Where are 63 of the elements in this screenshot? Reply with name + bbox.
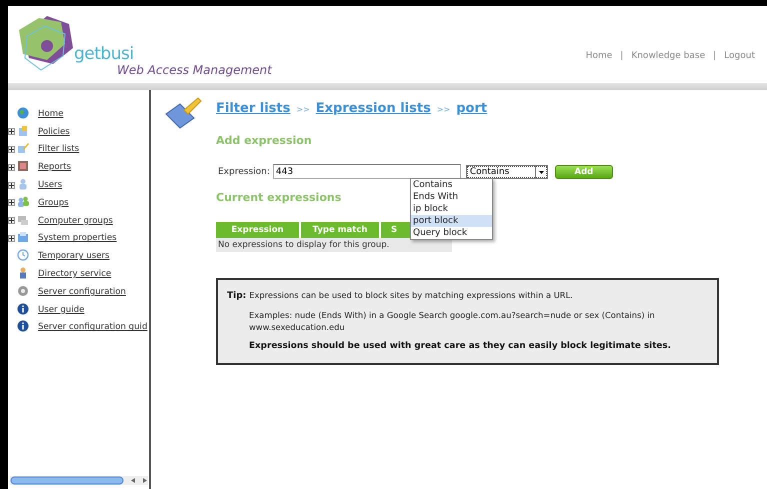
user-icon (17, 178, 29, 190)
field-label: Expression: (218, 166, 270, 176)
match-type-dropdown[interactable]: Contains (466, 164, 548, 178)
logo-icon (18, 15, 74, 71)
pencil-icon (17, 142, 29, 154)
sidebar-link[interactable]: Server configuration (38, 286, 126, 297)
expand-icon[interactable] (8, 234, 15, 242)
globe-icon (17, 106, 29, 119)
expression-field[interactable]: 443 (272, 164, 461, 179)
section-title: Add expression (216, 134, 312, 147)
examples-text: Examples: nude (Ends With) in a Google Search google.com.au?search=nude or sex (Contains) in www.sexeducation.edu (248, 309, 656, 333)
dropdown-option[interactable]: Contains (411, 179, 492, 191)
sidebar-link[interactable]: Groups (38, 198, 69, 208)
header-link[interactable]: Knowledge base (631, 51, 706, 61)
column-header: Type match (301, 222, 379, 238)
sidebar-link[interactable]: Policies (38, 126, 70, 137)
clock-icon (17, 249, 29, 262)
brush-icon (164, 96, 202, 130)
info-icon (17, 320, 29, 332)
tip-label: Tip: (227, 291, 246, 301)
expand-icon[interactable] (8, 164, 15, 171)
sidebar-link[interactable]: System properties (38, 233, 117, 244)
dropdown-option[interactable]: port block (411, 215, 492, 227)
dropdown-option[interactable]: ip block (411, 203, 492, 215)
window-icon (17, 231, 29, 244)
gear-icon (17, 284, 29, 297)
sidebar-link[interactable]: Filter lists (38, 144, 80, 154)
link-separator: | (620, 51, 624, 61)
caret-icon[interactable] (534, 166, 547, 178)
sidebar-link[interactable]: Reports (38, 162, 71, 172)
expand-icon[interactable] (8, 199, 15, 206)
dropdown-option[interactable]: Ends With (411, 191, 492, 203)
breadcrumb-separator: >> (296, 105, 310, 114)
computer-icon (17, 214, 29, 226)
warning-text: Expressions should be used with great care as they can easily block legitimate sites. (248, 341, 672, 351)
sidebar-link[interactable]: Server configuration guid (38, 322, 148, 332)
header-link[interactable]: Home (586, 51, 612, 61)
tip-text: Expressions can be used to block sites by matching expressions within a URL. (249, 290, 573, 300)
sidebar-link[interactable]: Users (38, 180, 62, 190)
expand-icon[interactable] (8, 217, 15, 224)
sidebar-link[interactable]: Directory service (38, 269, 112, 280)
column-header: Expression (216, 222, 299, 238)
horizontal-scrollbar[interactable] (10, 476, 148, 485)
expand-icon[interactable] (8, 128, 15, 136)
expand-icon[interactable] (8, 182, 15, 189)
expand-icon[interactable] (8, 146, 15, 153)
brand-name: getbusi (74, 45, 135, 63)
sidebar-link[interactable]: Computer groups (38, 216, 113, 226)
info-icon (17, 302, 29, 315)
chart-icon (17, 160, 29, 172)
sidebar-link[interactable]: User guide (38, 304, 84, 315)
document-icon (17, 124, 29, 137)
group-icon (17, 196, 29, 208)
dropdown-option[interactable]: Query block (411, 227, 492, 239)
header-link[interactable]: Logout (724, 51, 755, 61)
sidebar-link[interactable]: Home (38, 108, 64, 119)
empty-message: No expressions to display for this group. (216, 238, 452, 252)
person-icon (17, 267, 29, 280)
sidebar-link[interactable]: Temporary users (38, 251, 110, 262)
section-title: Current expressions (216, 191, 342, 204)
product-name: Web Access Management (117, 63, 272, 77)
link-separator: | (713, 51, 716, 61)
breadcrumb-separator: >> (436, 105, 450, 114)
